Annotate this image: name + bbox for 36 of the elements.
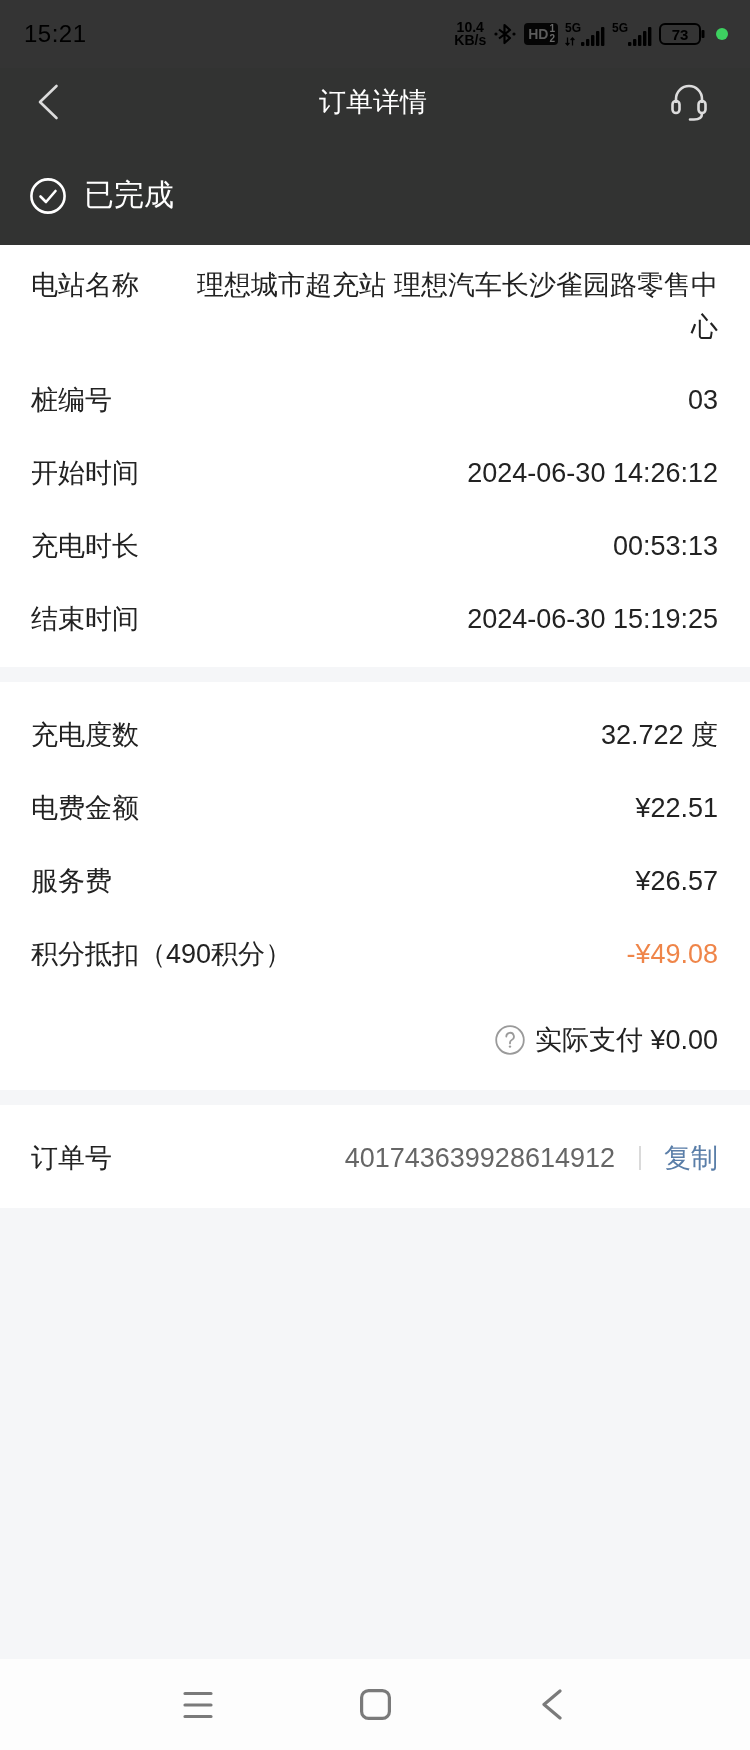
- detail-label: 电站名称: [31, 268, 139, 302]
- help-icon[interactable]: [494, 1024, 525, 1055]
- indicator-dot-icon: [716, 28, 728, 40]
- detail-value: 2024-06-30 14:26:12: [467, 456, 718, 490]
- discount-value: -¥49.08: [626, 937, 718, 971]
- detail-label: 充电度数: [31, 718, 139, 752]
- square-icon[interactable]: [359, 1689, 391, 1720]
- detail-value: 理想城市超充站 理想汽车长沙雀园路零售中心: [196, 268, 718, 344]
- menu-icon[interactable]: [183, 1690, 213, 1719]
- chevron-left-icon[interactable]: [541, 1689, 563, 1720]
- detail-value: ¥26.57: [635, 864, 718, 898]
- detail-value: 2024-06-30 15:19:25: [467, 602, 718, 636]
- headset-icon[interactable]: [670, 82, 708, 122]
- sim-slot-number: 1: [549, 24, 555, 34]
- detail-label: 订单号: [31, 1141, 112, 1175]
- total-paid: 实际支付 ¥0.00: [534, 1023, 718, 1057]
- sim-slot-number: 2: [549, 34, 555, 44]
- detail-value: 32.722 度: [600, 718, 718, 752]
- detail-value: 00:53:13: [612, 529, 718, 563]
- detail-label: 服务费: [31, 864, 112, 898]
- order-number: 401743639928614912: [344, 1141, 615, 1175]
- detail-label: 开始时间: [31, 456, 139, 490]
- status-label: 已完成: [84, 177, 174, 213]
- detail-label: 积分抵扣（490积分）: [31, 937, 293, 971]
- detail-value: ¥22.51: [635, 791, 718, 825]
- check-circle-icon: [30, 177, 66, 214]
- page-title: 订单详情: [318, 86, 427, 119]
- copy-link[interactable]: 复制: [664, 1136, 718, 1179]
- detail-label: 电费金额: [31, 791, 139, 825]
- detail-label: 结束时间: [31, 602, 139, 636]
- detail-label: 充电时长: [31, 529, 139, 563]
- hd-label: HD: [528, 27, 549, 41]
- bluetooth-icon: [493, 22, 518, 46]
- detail-value: 03: [687, 383, 718, 417]
- detail-label: 桩编号: [31, 383, 112, 417]
- signal-bars-icon: [581, 27, 605, 46]
